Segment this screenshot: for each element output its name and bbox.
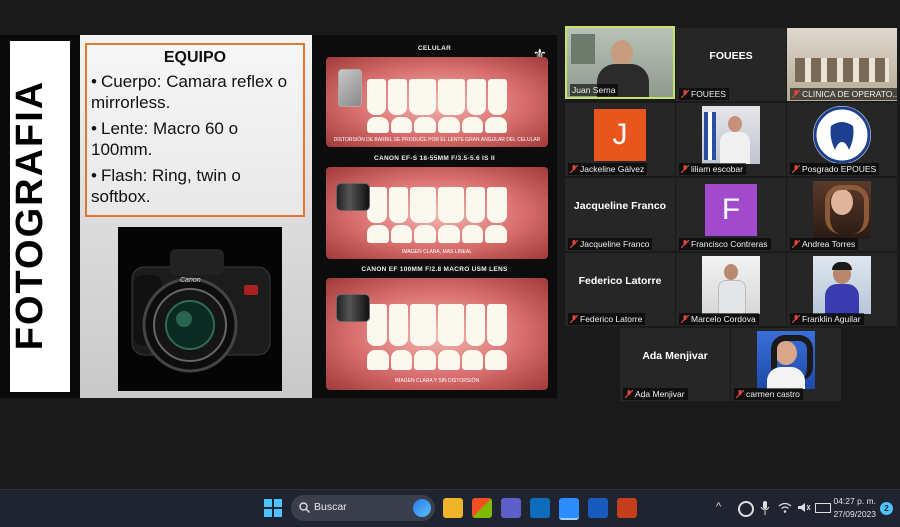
section-title-canon-efs: CANON EF-S 18-55MM F/3.5-5.6 IS II [373,155,496,162]
participant-tile-francisco-contreras[interactable]: F Francisco Contreras [676,178,786,251]
camera-brand-label: Canon [180,277,201,284]
muted-mic-icon [681,90,689,98]
participant-name: CLINICA DE OPERATO... [790,88,897,100]
camera-image: Canon [118,227,282,391]
participant-video [813,256,871,314]
muted-mic-icon [792,165,800,173]
zoom-icon[interactable] [559,498,579,520]
participant-video [813,181,871,239]
search-icon [299,502,310,513]
participant-tile-andrea-torres[interactable]: Andrea Torres [787,178,897,251]
muted-mic-icon [625,390,633,398]
muted-mic-icon [792,240,800,248]
muted-mic-icon [681,165,689,173]
participant-name: Francisco Contreras [679,238,771,250]
wifi-icon[interactable] [778,502,792,513]
shared-slide-right: ⚜ CELULAR DISTORSIÓN DE BARRIL SE PRODUC… [312,35,557,398]
participant-display-name: Ada Menjivar [642,350,708,362]
taskbar-search-box[interactable]: Buscar [291,495,435,521]
participant-name: Jackeline Gálvez [568,163,648,175]
equipo-heading: EQUIPO [163,49,227,66]
tooth-logo-icon [813,106,871,164]
participant-display-name: FOUEES [709,50,753,62]
participant-name: Posgrado EPOUES [790,163,880,175]
participant-name: Ada Menjivar [623,388,688,400]
participant-logo [813,106,871,164]
slide-vertical-title: FOTOGRAFIA [9,79,51,351]
smile-photo-canon-macro: IMAGEN CLARA Y SIN DISTORSIÓN [326,278,548,390]
muted-mic-icon [570,315,578,323]
participant-name: Franklin Aguilar [790,313,864,325]
powerpoint-icon[interactable] [617,498,637,518]
participant-name: Marcelo Cordova [679,313,759,325]
microphone-icon[interactable] [760,501,770,515]
muted-mic-icon [681,240,689,248]
file-explorer-icon[interactable] [443,498,463,518]
participant-name: Andrea Torres [790,238,859,250]
macro-lens-icon [336,294,370,322]
muted-mic-icon [570,165,578,173]
participant-name: FOUEES [679,88,729,100]
muted-mic-icon [792,315,800,323]
caption-canon-efs: IMAGEN CLARA, MAS LINEAL [401,249,473,255]
lens-icon [336,183,370,211]
teams-icon[interactable] [501,498,521,518]
clock-time[interactable]: 04:27 p. m. [828,496,876,506]
windows-start-icon[interactable] [264,499,282,517]
participant-tile-liliam-escobar[interactable]: liliam escobar [676,103,786,176]
smartphone-icon [338,69,362,107]
participant-tile-fouees[interactable]: FOUEES FOUEES [676,28,786,101]
bing-icon [413,499,431,517]
muted-mic-icon [681,315,689,323]
participant-tile-franklin-aguilar[interactable]: Franklin Aguilar [787,253,897,326]
smile-photo-celular: DISTORSIÓN DE BARRIL SE PRODUCE POR EL L… [326,57,548,147]
chevron-up-icon[interactable]: ^ [716,501,721,513]
word-icon[interactable] [588,498,608,518]
participant-display-name: Jacqueline Franco [573,200,667,212]
bullet-flash: • Flash: Ring, twin o softbox. [91,166,241,206]
participant-name: Jacqueline Franco [568,238,653,250]
caption-canon-macro: IMAGEN CLARA Y SIN DISTORSIÓN [394,378,480,384]
section-title-canon-macro: CANON EF 100MM F/2.8 MACRO USM LENS [361,266,508,273]
bullet-lente: • Lente: Macro 60 o 100mm. [91,119,239,159]
participant-tile-jackeline-galvez[interactable]: J Jackeline Gálvez [565,103,675,176]
participant-video [757,331,815,389]
notification-badge[interactable]: 2 [880,502,893,515]
speaker-muted-icon[interactable] [797,502,811,513]
participant-avatar-letter: J [594,109,646,161]
windows-taskbar: Buscar ^ 04:27 p. m. 27/09/2023 2 [0,489,900,527]
dslr-camera-icon [131,249,271,373]
participant-avatar-letter: F [705,184,757,236]
participant-name: liliam escobar [679,163,746,175]
participant-tile-clinica[interactable]: CLINICA DE OPERATO... [787,28,897,101]
section-title-celular: CELULAR [417,45,452,52]
participant-tile-jacqueline-franco[interactable]: Jacqueline Franco Jacqueline Franco [565,178,675,251]
participant-tile-federico-latorre[interactable]: Federico Latorre Federico Latorre [565,253,675,326]
outlook-icon[interactable] [530,498,550,518]
participant-tile-marcelo-cordova[interactable]: Marcelo Cordova [676,253,786,326]
participant-tile-posgrado-epoues[interactable]: Posgrado EPOUES [787,103,897,176]
muted-mic-icon [792,90,800,98]
muted-mic-icon [736,390,744,398]
bullet-cuerpo: • Cuerpo: Camara reflex o mirrorless. [91,72,288,112]
caption-celular: DISTORSIÓN DE BARRIL SE PRODUCE POR EL L… [333,137,541,143]
participant-display-name: Federico Latorre [578,275,662,287]
sync-icon[interactable] [738,501,754,517]
muted-mic-icon [570,240,578,248]
microsoft-store-icon[interactable] [472,498,492,518]
participant-tile-juan-serna[interactable]: Juan Serna [565,26,675,99]
clock-date[interactable]: 27/09/2023 [828,509,876,519]
participant-video [702,106,760,164]
smile-photo-canon-efs: IMAGEN CLARA, MAS LINEAL [326,167,548,259]
participant-name: Juan Serna [570,84,619,96]
equipo-box: EQUIPO • Cuerpo: Camara reflex o mirrorle… [85,43,305,217]
participant-video [702,256,760,314]
shared-slide-left: FOTOGRAFIA EQUIPO • Cuerpo: Camara reflex… [0,35,312,398]
participant-tile-ada-menjivar[interactable]: Ada Menjivar Ada Menjivar [620,328,730,401]
search-label: Buscar [314,501,347,513]
participant-name: Federico Latorre [568,313,646,325]
participant-name: carmen castro [734,388,803,400]
participant-tile-carmen-castro[interactable]: carmen castro [731,328,841,401]
